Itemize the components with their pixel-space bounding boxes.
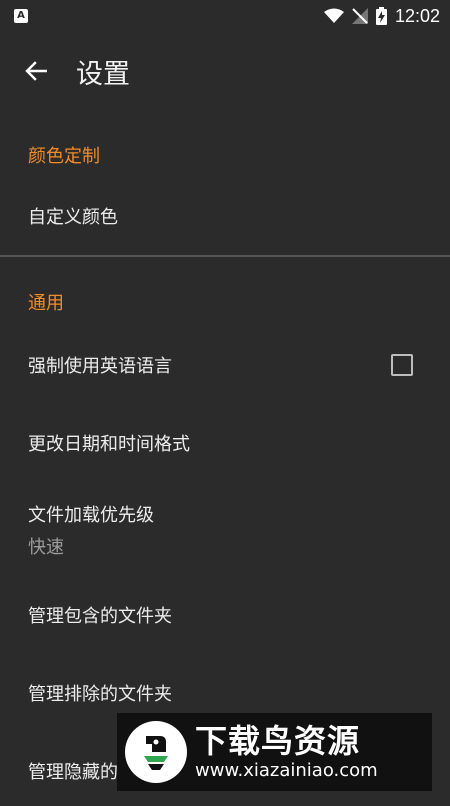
back-button[interactable]: [0, 32, 72, 110]
custom-color-label: 自定义颜色: [28, 207, 118, 228]
hidden-folders-label: 管理隐藏的: [28, 762, 118, 783]
watermark-banner: 下载鸟资源 www.xiazainiao.com: [117, 713, 432, 791]
watermark-title: 下载鸟资源: [195, 722, 361, 760]
date-time-format-label: 更改日期和时间格式: [28, 434, 190, 455]
section-header-general: 通用: [28, 293, 64, 314]
file-loading-priority-item[interactable]: 文件加载优先级 快速: [0, 490, 450, 570]
watermark-url: www.xiazainiao.com: [195, 760, 378, 781]
date-time-format-item[interactable]: 更改日期和时间格式: [0, 408, 450, 478]
excluded-folders-label: 管理排除的文件夹: [28, 684, 172, 705]
battery-charging-icon: [375, 7, 387, 25]
section-divider: [0, 255, 450, 257]
force-english-checkbox[interactable]: [391, 354, 413, 376]
section-header-color: 颜色定制: [28, 146, 100, 167]
page-title: 设置: [76, 58, 130, 90]
toolbar: 设置: [0, 32, 450, 110]
included-folders-label: 管理包含的文件夹: [28, 606, 172, 627]
force-english-item[interactable]: 强制使用英语语言: [0, 330, 450, 400]
notification-icon: A: [14, 9, 28, 23]
bird-logo-icon: [144, 736, 168, 770]
file-loading-priority-label: 文件加载优先级: [28, 505, 154, 526]
included-folders-item[interactable]: 管理包含的文件夹: [0, 580, 450, 650]
back-arrow-icon: [25, 61, 47, 81]
watermark-logo: [125, 721, 187, 783]
no-signal-icon: [351, 8, 368, 24]
file-loading-priority-value: 快速: [28, 537, 64, 558]
status-bar: A 12:02: [0, 0, 450, 32]
custom-color-item[interactable]: 自定义颜色: [0, 185, 450, 247]
wifi-icon: [323, 8, 344, 23]
status-time: 12:02: [394, 5, 440, 26]
force-english-label: 强制使用英语语言: [28, 356, 172, 377]
